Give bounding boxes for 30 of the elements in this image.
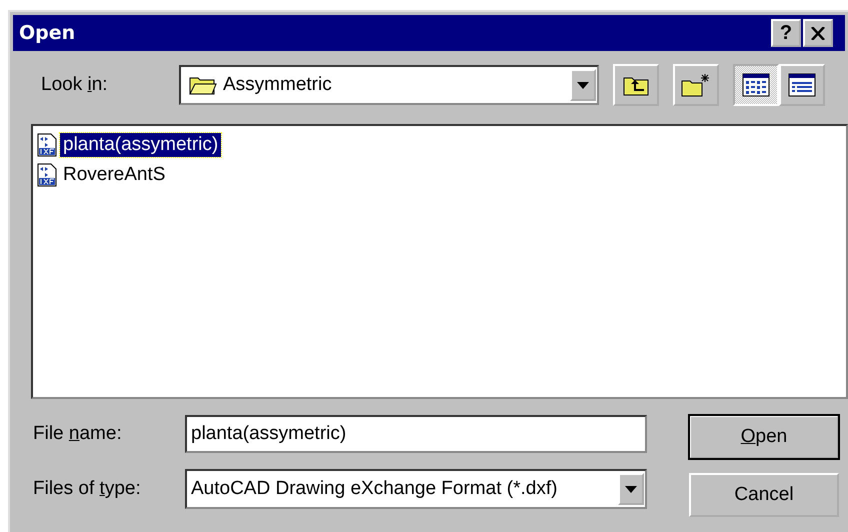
caret-icon [577, 82, 589, 88]
dxf-file-icon [37, 133, 57, 157]
look-in-dropdown[interactable]: Assymmetric [179, 65, 599, 105]
file-name-label: File name: [32, 423, 123, 445]
file-item[interactable]: planta(assymetric) [60, 133, 222, 157]
new-folder-icon [681, 73, 711, 97]
folder-icon [189, 75, 217, 95]
file-type-label: Files of type: [32, 478, 142, 500]
file-name-field[interactable]: planta(assymetric) [185, 415, 647, 453]
look-in-label: Look in: [40, 74, 109, 96]
close-icon [811, 26, 825, 40]
file-item[interactable]: RovereAntS [60, 163, 168, 187]
toolbar-button[interactable] [613, 64, 659, 106]
window-title: Open [19, 22, 76, 44]
file-type-value: AutoCAD Drawing eXchange Format (*.dxf) [191, 478, 558, 500]
look-in-value: Assymmetric [223, 74, 332, 96]
dialog-button[interactable]: Open [689, 415, 839, 459]
caret-icon [625, 486, 637, 492]
toolbar-button[interactable] [733, 64, 779, 106]
help-button[interactable]: ? [771, 19, 801, 47]
dxf-file-icon [37, 163, 57, 187]
toolbar-button[interactable] [779, 64, 825, 106]
dropdown-button[interactable] [618, 473, 644, 505]
dropdown-button[interactable] [570, 69, 596, 101]
file-type-dropdown[interactable]: AutoCAD Drawing eXchange Format (*.dxf) [185, 469, 647, 509]
details-view-icon [788, 73, 816, 97]
toolbar-button[interactable] [673, 64, 719, 106]
list-view-icon [742, 73, 770, 97]
close-button[interactable] [803, 19, 833, 47]
dialog-button[interactable]: Cancel [689, 473, 839, 517]
